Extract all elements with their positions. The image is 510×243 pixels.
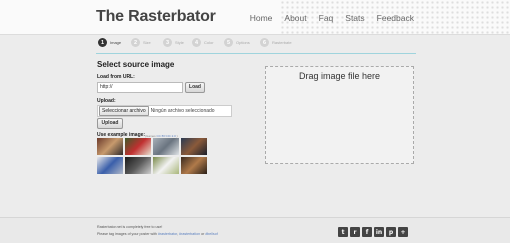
footer-text: Please tag images of your poster with: [97, 232, 158, 236]
nav-about[interactable]: About: [284, 13, 306, 23]
example-image-6[interactable]: [125, 157, 151, 174]
step-number: 1: [98, 38, 107, 47]
facebook-icon[interactable]: f: [362, 227, 372, 237]
step-color[interactable]: 4 Color: [192, 38, 214, 47]
tag-link-rasterbation[interactable]: #rasterbation: [179, 232, 200, 236]
step-style[interactable]: 3 Style: [163, 38, 184, 47]
load-button[interactable]: Load: [185, 82, 205, 93]
pinterest-icon[interactable]: p: [386, 227, 396, 237]
load-url-label: Load from URL:: [97, 74, 135, 80]
site-logo[interactable]: The Rasterbator: [96, 8, 216, 26]
footer-line-1: Rasterbator.net is completely free to us…: [97, 225, 163, 229]
nav-stats[interactable]: Stats: [345, 13, 364, 23]
step-number: 4: [192, 38, 201, 47]
wizard-steps: 1 Image 2 Size 3 Style 4 Color 5 Options…: [98, 38, 416, 52]
example-image-4[interactable]: [181, 138, 207, 155]
step-number: 3: [163, 38, 172, 47]
social-share: t r f in p +: [338, 227, 408, 237]
step-label: Style: [175, 40, 184, 45]
steps-divider: [96, 53, 416, 54]
nav-faq[interactable]: Faq: [319, 13, 334, 23]
example-image-8[interactable]: [181, 157, 207, 174]
step-label: Rasterbate: [272, 40, 292, 45]
example-image-3[interactable]: [153, 138, 179, 155]
section-title: Select source image: [97, 60, 175, 69]
step-number: 5: [224, 38, 233, 47]
step-options[interactable]: 5 Options: [224, 38, 250, 47]
nav-home[interactable]: Home: [250, 13, 273, 23]
linkedin-icon[interactable]: in: [374, 227, 384, 237]
step-label: Color: [204, 40, 214, 45]
site-header: The Rasterbator Home About Faq Stats Fee…: [0, 0, 510, 35]
example-image-1[interactable]: [97, 138, 123, 155]
tag-link-rasterbator[interactable]: #rasterbator: [158, 232, 177, 236]
upload-label: Upload:: [97, 98, 116, 104]
drop-zone-text: Drag image file here: [298, 71, 381, 81]
example-image-2[interactable]: [125, 138, 151, 155]
step-label: Size: [143, 40, 151, 45]
file-status: Ningún archivo seleccionado: [150, 108, 215, 114]
step-number: 2: [131, 38, 140, 47]
nav-feedback[interactable]: Feedback: [377, 13, 414, 23]
reddit-icon[interactable]: r: [350, 227, 360, 237]
example-image-7[interactable]: [153, 157, 179, 174]
plus-icon[interactable]: +: [398, 227, 408, 237]
example-image-5[interactable]: [97, 157, 123, 174]
main-nav: Home About Faq Stats Feedback: [250, 13, 414, 23]
footer-line-2: Please tag images of your poster with #r…: [97, 232, 218, 236]
step-number: 6: [260, 38, 269, 47]
step-image[interactable]: 1 Image: [98, 38, 121, 47]
choose-file-button[interactable]: Seleccionar archivo: [99, 106, 149, 116]
upload-button[interactable]: Upload: [97, 118, 123, 129]
step-label: Options: [236, 40, 250, 45]
file-input[interactable]: Seleccionar archivo Ningún archivo selec…: [97, 105, 232, 117]
twitter-icon[interactable]: t: [338, 227, 348, 237]
site-footer: Rasterbator.net is completely free to us…: [0, 217, 510, 243]
step-label: Image: [110, 40, 122, 45]
url-input[interactable]: [97, 82, 183, 93]
step-size[interactable]: 2 Size: [131, 38, 151, 47]
step-rasterbate[interactable]: 6 Rasterbate: [260, 38, 292, 47]
tag-link-bellsof[interactable]: #bellsof: [205, 232, 217, 236]
drop-zone[interactable]: Drag image file here: [265, 66, 414, 164]
